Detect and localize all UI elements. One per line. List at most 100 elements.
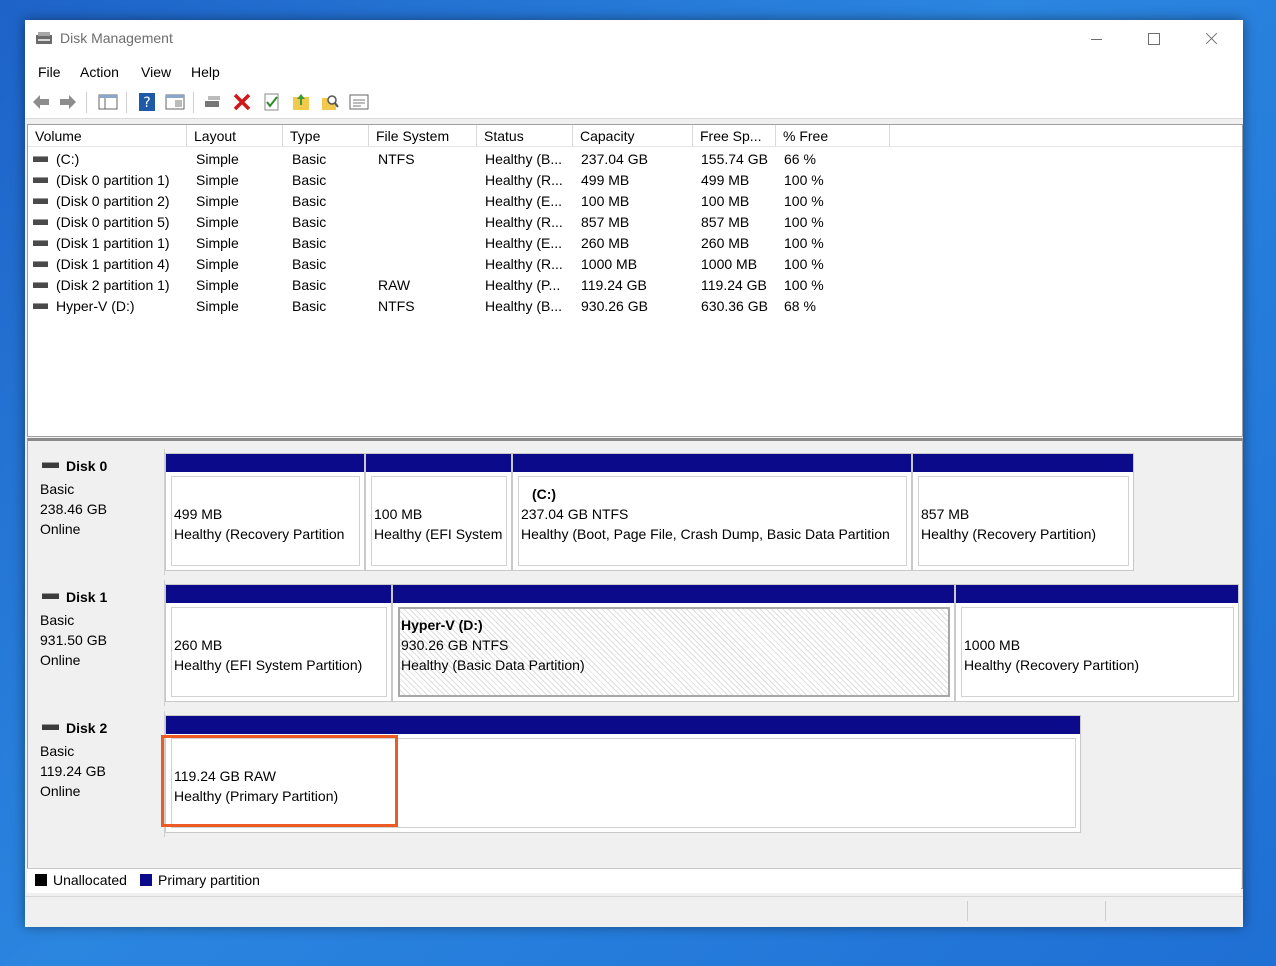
disk-icon (42, 724, 59, 730)
console-tree-icon[interactable] (98, 92, 118, 112)
disk-0-header[interactable]: Disk 0 Basic 238.46 GB Online (30, 449, 165, 575)
cell-capacity: 857 MB (581, 214, 630, 230)
menu-bar: File Action View Help (25, 58, 1243, 86)
column-header-status[interactable]: Status (477, 125, 573, 147)
cell-free: 630.36 GB (701, 298, 768, 314)
window-title: Disk Management (60, 30, 173, 46)
cell-volume: (Disk 2 partition 1) (56, 277, 170, 293)
cell-free: 499 MB (701, 172, 750, 188)
search-icon[interactable] (320, 92, 340, 112)
cell-layout: Simple (196, 235, 239, 251)
menu-file[interactable]: File (38, 64, 61, 80)
cell-status: Healthy (R... (485, 172, 563, 188)
cell-status: Healthy (R... (485, 256, 563, 272)
cell-layout: Simple (196, 277, 239, 293)
cell-capacity: 1000 MB (581, 256, 638, 272)
cell-volume: (Disk 0 partition 2) (56, 193, 170, 209)
cell-fs: RAW (378, 277, 411, 293)
cell-pct: 100 % (784, 172, 824, 188)
highlight-box (161, 735, 398, 827)
volume-icon (33, 156, 48, 162)
properties-icon[interactable] (349, 92, 369, 112)
cell-free: 155.74 GB (701, 151, 768, 167)
cell-pct: 100 % (784, 193, 824, 209)
legend: Unallocated Primary partition (27, 868, 1241, 893)
partition-disk1-hyper-v[interactable]: Hyper-V (D:) 930.26 GB NTFS Healthy (Bas… (392, 584, 955, 702)
column-header-type[interactable]: Type (283, 125, 369, 147)
maximize-button[interactable] (1125, 20, 1183, 58)
forward-arrow-icon[interactable] (58, 92, 78, 112)
partition-disk1-4[interactable]: 1000 MB Healthy (Recovery Partition) (955, 584, 1239, 702)
column-header-free-space[interactable]: Free Sp... (693, 125, 776, 147)
volume-icon (33, 261, 48, 267)
disk-graphical-view: Disk 0 Basic 238.46 GB Online 499 MB Hea… (27, 438, 1243, 889)
cell-free: 119.24 GB (701, 277, 767, 293)
show-hide-icon[interactable] (165, 92, 185, 112)
cell-capacity: 499 MB (581, 172, 630, 188)
disk-size: 238.46 GB (40, 501, 107, 517)
menu-help[interactable]: Help (191, 64, 220, 80)
cell-status: Healthy (E... (485, 235, 563, 251)
column-header-layout[interactable]: Layout (187, 125, 283, 147)
partition-disk0-5[interactable]: 857 MB Healthy (Recovery Partition) (912, 453, 1134, 571)
column-header-volume[interactable]: Volume (28, 125, 187, 147)
table-row[interactable]: Hyper-V (D:) Simple Basic NTFS Healthy (B...… (28, 296, 1242, 317)
cell-pct: 100 % (784, 277, 824, 293)
check-icon[interactable] (262, 92, 282, 112)
table-row[interactable]: (Disk 0 partition 1) Simple Basic Healthy (… (28, 170, 1242, 191)
table-row[interactable]: (Disk 2 partition 1) Simple Basic RAW Health… (28, 275, 1242, 296)
cell-capacity: 260 MB (581, 235, 630, 251)
cell-free: 1000 MB (701, 256, 758, 272)
unallocated-swatch (35, 874, 47, 886)
delete-icon[interactable] (232, 92, 252, 112)
partition-disk0-1[interactable]: 499 MB Healthy (Recovery Partition (165, 453, 365, 571)
volume-icon (33, 177, 48, 183)
column-header-capacity[interactable]: Capacity (573, 125, 693, 147)
disk-type: Basic (40, 612, 75, 628)
partition-disk1-1[interactable]: 260 MB Healthy (EFI System Partition) (165, 584, 392, 702)
back-arrow-icon[interactable] (31, 92, 51, 112)
cell-type: Basic (292, 298, 327, 314)
cell-free: 857 MB (701, 214, 750, 230)
cell-volume: Hyper-V (D:) (56, 298, 135, 314)
disk-1-header[interactable]: Disk 1 Basic 931.50 GB Online (30, 580, 165, 706)
cell-pct: 68 % (784, 298, 816, 314)
close-button[interactable] (1183, 20, 1241, 58)
cell-type: Basic (292, 235, 327, 251)
cell-layout: Simple (196, 193, 239, 209)
table-row[interactable]: (Disk 0 partition 2) Simple Basic Healthy (… (28, 191, 1242, 212)
partition-disk0-2[interactable]: 100 MB Healthy (EFI System (365, 453, 512, 571)
disk-size: 119.24 GB (40, 763, 106, 779)
table-row[interactable]: (C:) Simple Basic NTFS Healthy (B... 237.04 G… (28, 149, 1242, 170)
status-bar (25, 896, 1243, 927)
partition-disk0-c[interactable]: (C:) 237.04 GB NTFS Healthy (Boot, Page … (512, 453, 912, 571)
cell-pct: 100 % (784, 235, 824, 251)
disk-size: 931.50 GB (40, 632, 107, 648)
column-header-percent-free[interactable]: % Free (776, 125, 890, 147)
disk-status: Online (40, 652, 81, 668)
cell-status: Healthy (B... (485, 151, 563, 167)
svg-text:?: ? (143, 95, 150, 111)
column-header-file-system[interactable]: File System (369, 125, 477, 147)
table-row[interactable]: (Disk 1 partition 4) Simple Basic Healthy (… (28, 254, 1242, 275)
cell-type: Basic (292, 277, 327, 293)
disk-name: Disk 0 (66, 458, 108, 474)
menu-view[interactable]: View (141, 64, 171, 80)
cell-type: Basic (292, 256, 327, 272)
volume-icon (33, 198, 48, 204)
table-row[interactable]: (Disk 1 partition 1) Simple Basic Healthy (… (28, 233, 1242, 254)
connect-icon[interactable] (203, 92, 223, 112)
minimize-button[interactable] (1067, 20, 1125, 58)
new-folder-icon[interactable] (291, 92, 311, 112)
disk-2-header[interactable]: Disk 2 Basic 119.24 GB Online (30, 711, 165, 837)
cell-pct: 100 % (784, 214, 824, 230)
menu-action[interactable]: Action (80, 64, 119, 80)
legend-unallocated: Unallocated (53, 872, 127, 888)
help-icon[interactable]: ? (137, 92, 157, 112)
cell-type: Basic (292, 172, 327, 188)
disk-management-icon (36, 32, 52, 44)
cell-status: Healthy (B... (485, 298, 563, 314)
table-row[interactable]: (Disk 0 partition 5) Simple Basic Healthy (… (28, 212, 1242, 233)
legend-primary-partition: Primary partition (158, 872, 260, 888)
disk-status: Online (40, 783, 81, 799)
